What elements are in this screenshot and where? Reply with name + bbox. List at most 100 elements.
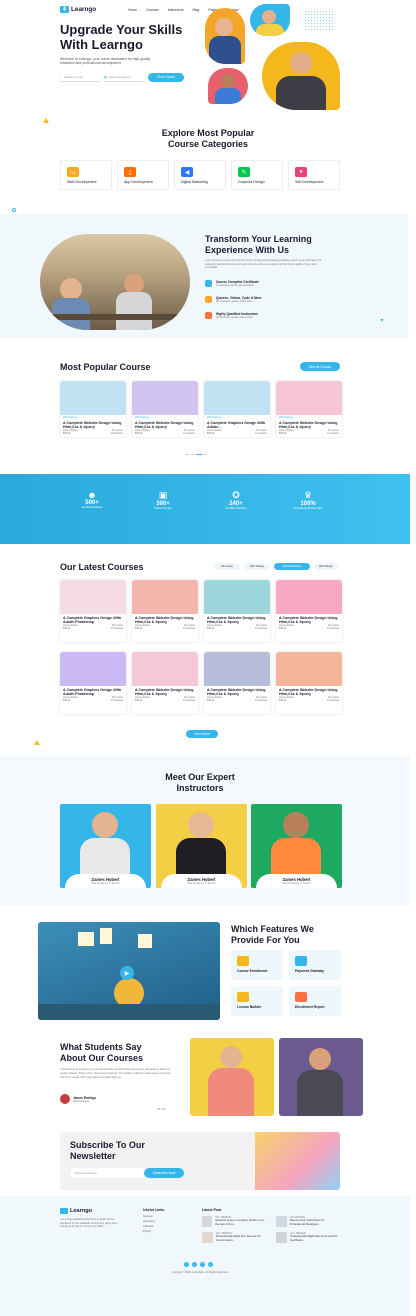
twitter-icon[interactable]: t bbox=[192, 1262, 197, 1267]
course-thumbnail bbox=[60, 381, 126, 415]
instructor-icon bbox=[205, 312, 212, 319]
features-video[interactable]: ▶ bbox=[38, 922, 220, 1020]
category-digital-marketing[interactable]: ◀ Digital Marketing bbox=[174, 160, 226, 190]
features-title: Which Features We Provide For You bbox=[231, 924, 314, 945]
nav-courses[interactable]: Courses bbox=[146, 8, 159, 12]
filter-tab[interactable]: Web Design bbox=[314, 563, 338, 570]
popular-section: Most Popular Course See All Course Web D… bbox=[0, 348, 416, 466]
footer-post[interactable]: UX / DESIGN Professionals Might also know… bbox=[276, 1232, 340, 1243]
category-self-development[interactable]: ● Self Development bbox=[288, 160, 340, 190]
hero-image-3 bbox=[208, 68, 248, 104]
category-graphics-design[interactable]: ✎ Graphics Design bbox=[231, 160, 283, 190]
feature-enrollment-report[interactable]: Enrollment Report bbox=[289, 986, 341, 1016]
filter-tab[interactable]: All Course bbox=[214, 563, 240, 570]
course-card[interactable]: Web Design A Complete Website Design Usi… bbox=[132, 381, 198, 437]
find-course-button[interactable]: Find Course bbox=[148, 72, 184, 82]
course-thumbnail bbox=[204, 652, 270, 686]
course-thumbnail bbox=[276, 381, 342, 415]
course-card[interactable]: A Complete Graphics Design With Adobe Ph… bbox=[60, 652, 126, 714]
feature-course-enrollment[interactable]: Course Enrollment bbox=[231, 950, 283, 980]
latest-grid: A Complete Graphics Design With Adobe Ph… bbox=[60, 580, 342, 714]
course-thumbnail bbox=[204, 381, 270, 415]
course-thumbnail bbox=[132, 580, 198, 614]
footer-logo[interactable]: Learngo bbox=[60, 1208, 92, 1214]
instructor-card[interactable]: Zames Hobert Web Designer, IT Expert bbox=[60, 804, 151, 888]
course-card[interactable]: Web Design A Complete Graphics Design Wi… bbox=[204, 381, 270, 437]
footer-post[interactable]: UX / DESIGN Professionals Might also beco… bbox=[202, 1232, 266, 1243]
categories-section: Explore Most Popular Course Categories ▭… bbox=[0, 120, 416, 206]
see-all-course-button[interactable]: See All Course bbox=[300, 362, 340, 371]
filter-tab[interactable]: Web Design bbox=[244, 563, 270, 570]
video-icon bbox=[205, 296, 212, 303]
newsletter-title: Subscribe To Our Newsletter bbox=[70, 1140, 145, 1161]
nav-home[interactable]: Home bbox=[128, 8, 137, 12]
carousel-dot[interactable] bbox=[204, 454, 207, 455]
hero-image-1 bbox=[205, 8, 245, 64]
carousel-dot[interactable] bbox=[186, 454, 189, 455]
social-icons: f t in y bbox=[184, 1262, 213, 1267]
megaphone-icon: ◀ bbox=[181, 167, 193, 177]
course-thumbnail bbox=[276, 652, 342, 686]
footer-links: Useful Links Courses Instructors Calenda… bbox=[143, 1208, 165, 1234]
subscribe-button[interactable]: Subscribe Now bbox=[144, 1168, 184, 1178]
stat-students: ☻ 500+ Enrolled Students bbox=[67, 490, 117, 509]
stat-teachers: ✪ 240+ Certified Teachers bbox=[211, 490, 261, 510]
nav-instructors[interactable]: Instructors bbox=[168, 8, 184, 12]
carousel-dot[interactable] bbox=[191, 454, 194, 455]
students-icon: ☻ bbox=[87, 490, 97, 500]
footer: Learngo It is a long established fact th… bbox=[0, 1196, 410, 1316]
course-card[interactable]: Web Design A Complete Website Design Usi… bbox=[60, 381, 126, 437]
course-thumbnail bbox=[60, 652, 126, 686]
view-more-button[interactable]: View More bbox=[186, 730, 218, 738]
category-web-development[interactable]: ▭ Web Development bbox=[60, 160, 112, 190]
stats-band: ☻ 500+ Enrolled Students ▣ 300+ Online C… bbox=[0, 474, 410, 544]
transform-section: Transform Your Learning Experience With … bbox=[0, 214, 408, 338]
email-field[interactable]: Enter email here bbox=[70, 1171, 144, 1175]
instructors-section: Meet Our Expert Instructors Zames Hobert… bbox=[0, 756, 410, 906]
course-card[interactable]: Web Design A Complete Website Design Usi… bbox=[276, 381, 342, 437]
feature-payment-gateway[interactable]: Payment Gateway bbox=[289, 950, 341, 980]
stat-courses: ▣ 300+ Online Courses bbox=[138, 490, 188, 510]
youtube-icon[interactable]: y bbox=[208, 1262, 213, 1267]
course-thumbnail bbox=[204, 580, 270, 614]
filter-tab-active[interactable]: Digital Marketing bbox=[274, 563, 310, 570]
hero-subtitle: Welcome to Learngo, your online destinat… bbox=[60, 57, 151, 66]
course-thumbnail bbox=[132, 381, 198, 415]
footer-post[interactable]: UX / DESIGN Students enjoy a complete han… bbox=[202, 1216, 266, 1227]
hero-search-bar: ⌕ Search course ▦ Select Category Find Cou… bbox=[60, 72, 196, 82]
feature-lesson-builder[interactable]: Lesson Builder bbox=[231, 986, 283, 1016]
course-card[interactable]: A Complete Graphics Design With Adobe Ph… bbox=[60, 580, 126, 642]
course-card[interactable]: A Complete Website Design Using Html,Css… bbox=[204, 580, 270, 642]
course-card[interactable]: A Complete Website Design Using Html,Css… bbox=[276, 580, 342, 642]
course-card[interactable]: A Complete Website Design Using Html,Css… bbox=[132, 652, 198, 714]
hero-title-line2: With Learngo bbox=[60, 37, 143, 52]
dots-decoration bbox=[304, 10, 334, 30]
instructor-card[interactable]: Zames Hobert Web Designer, IT Expert bbox=[251, 804, 342, 888]
footer-link[interactable]: Pricing bbox=[143, 1229, 164, 1234]
course-card[interactable]: A Complete Website Design Using Html,Css… bbox=[204, 652, 270, 714]
course-card[interactable]: A Complete Website Design Using Html,Css… bbox=[276, 652, 342, 714]
hero-image-4 bbox=[262, 42, 340, 110]
carousel-dot-active[interactable] bbox=[196, 454, 202, 455]
footer-post[interactable]: UX / DESIGN Step-by-step instructions for… bbox=[276, 1216, 340, 1227]
linkedin-icon[interactable]: in bbox=[200, 1262, 205, 1267]
course-thumbnail bbox=[276, 580, 342, 614]
logo-icon bbox=[60, 1208, 68, 1214]
transform-feature-1: Course Complete Certificate Completing co… bbox=[205, 280, 259, 287]
play-button[interactable]: ▶ bbox=[120, 966, 134, 980]
logo[interactable]: ▮ Learngo bbox=[60, 6, 96, 13]
testimonial-section: What Students Say About Our Courses I wa… bbox=[0, 1030, 416, 1122]
nav-blog[interactable]: Blog bbox=[193, 8, 200, 12]
carousel-dots bbox=[186, 454, 207, 455]
category-select[interactable]: ▦ Select Category bbox=[104, 72, 144, 82]
category-app-development[interactable]: ▯ App Development bbox=[117, 160, 169, 190]
testimonial-image-2 bbox=[279, 1038, 363, 1116]
course-card[interactable]: A Complete Website Design Using Html,Css… bbox=[132, 580, 198, 642]
testimonial-pager[interactable]: 01 / 03 bbox=[157, 1108, 165, 1111]
search-input[interactable]: ⌕ Search course bbox=[60, 72, 100, 82]
quote-decoration: ❞ bbox=[380, 319, 384, 326]
instructor-card[interactable]: Zames Hobert Web Designer, IT Expert bbox=[156, 804, 247, 888]
trophy-icon: ♛ bbox=[303, 490, 313, 500]
facebook-icon[interactable]: f bbox=[184, 1262, 189, 1267]
transform-title: Transform Your Learning Experience With … bbox=[205, 234, 312, 255]
